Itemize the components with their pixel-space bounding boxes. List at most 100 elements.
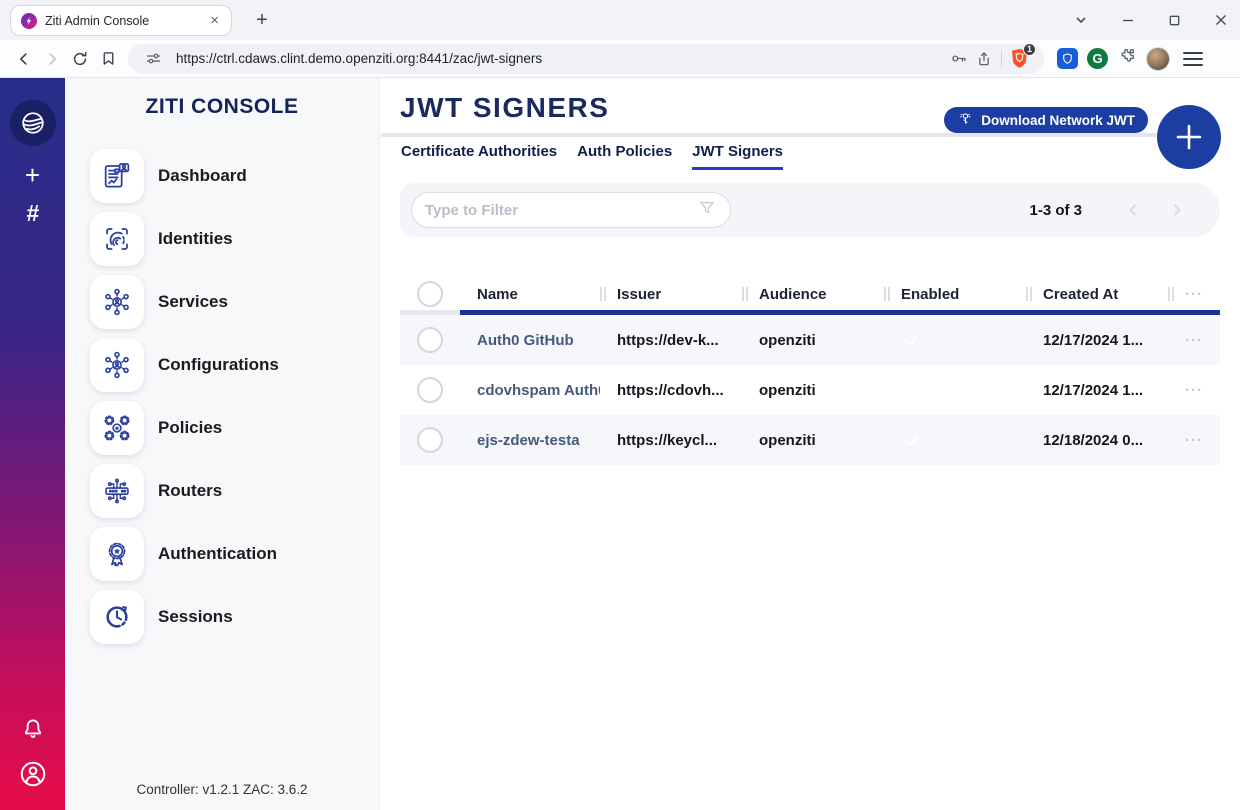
row-checkbox[interactable] [417,427,443,453]
site-settings-icon[interactable] [140,46,166,72]
tab-jwt-signers[interactable]: JWT Signers [692,143,783,170]
shield-badge: 1 [1023,43,1036,56]
filter-input-wrapper [411,192,731,228]
column-header-audience[interactable]: Audience [742,286,884,303]
column-header-created-at[interactable]: Created At [1026,286,1168,303]
row-name[interactable]: ejs-zdew-testa [460,432,600,449]
sidebar-item-services[interactable]: Services [65,270,379,333]
gears-icon [90,401,144,455]
sidebar-item-identities[interactable]: Identities [65,207,379,270]
header-divider [381,133,1157,137]
row-issuer: https://dev-k... [600,332,742,349]
table-header-bar [400,310,1220,315]
tab-title: Ziti Admin Console [45,14,200,28]
main-content: JWT SIGNERS Download Network JWT Certifi… [380,78,1240,810]
fingerprint-icon [90,212,144,266]
table-menu-icon[interactable]: ··· [1168,286,1220,303]
row-menu-icon[interactable]: ··· [1168,382,1220,399]
window-minimize-button[interactable] [1121,13,1135,27]
table-row[interactable]: ejs-zdew-testa https://keycl... openziti… [400,415,1220,465]
url-bar[interactable]: https://ctrl.cdaws.clint.demo.openziti.o… [128,44,1044,74]
browser-menu-icon[interactable] [1183,52,1203,66]
sidebar-item-label: Identities [158,229,233,249]
sidebar-item-label: Services [158,292,228,312]
router-icon [90,464,144,518]
window-maximize-button[interactable] [1168,14,1181,27]
filter-input[interactable] [425,202,697,219]
row-audience: openziti [742,332,884,349]
filter-funnel-icon[interactable] [697,198,717,223]
profile-icon[interactable] [18,759,48,794]
dashboard-icon [90,149,144,203]
row-issuer: https://keycl... [600,432,742,449]
medal-icon [90,527,144,581]
pagination-count: 1-3 of 3 [1029,202,1082,219]
row-name[interactable]: Auth0 GitHub [460,332,600,349]
add-icon[interactable]: + [25,162,40,188]
row-audience: openziti [742,382,884,399]
sidebar-item-policies[interactable]: Policies [65,396,379,459]
network-icon [90,338,144,392]
share-icon[interactable] [971,46,997,72]
row-name[interactable]: cdovhspam Auth0 [460,382,600,399]
sidebar-item-label: Sessions [158,607,233,627]
version-footer: Controller: v1.2.1 ZAC: 3.6.2 [65,782,379,797]
sidebar-item-label: Dashboard [158,166,247,186]
sidebar-item-configurations[interactable]: Configurations [65,333,379,396]
browser-tab-strip: Ziti Admin Console × + [0,0,1240,40]
jwt-key-icon [957,111,974,129]
console-title: ZITI CONSOLE [65,78,379,119]
sidebar-item-sessions[interactable]: Sessions [65,585,379,648]
page-prev-button[interactable] [1122,199,1144,221]
add-jwt-signer-button[interactable] [1157,105,1221,169]
row-created-at: 12/17/2024 1... [1026,332,1168,349]
row-created-at: 12/17/2024 1... [1026,382,1168,399]
bitwarden-extension-icon[interactable] [1057,48,1078,69]
row-menu-icon[interactable]: ··· [1168,432,1220,449]
sidebar-item-authentication[interactable]: Authentication [65,522,379,585]
extensions-puzzle-icon[interactable] [1117,46,1137,71]
notifications-bell-icon[interactable] [20,715,46,746]
sidebar-item-routers[interactable]: Routers [65,459,379,522]
ziti-favicon-icon [21,13,37,29]
reload-button[interactable] [66,45,94,73]
column-header-name[interactable]: Name [460,286,600,303]
back-button[interactable] [10,45,38,73]
brave-shield-icon[interactable]: 1 [1006,46,1032,72]
table-row[interactable]: cdovhspam Auth0 https://cdovh... openzit… [400,365,1220,415]
row-checkbox[interactable] [417,327,443,353]
row-menu-icon[interactable]: ··· [1168,332,1220,349]
row-issuer: https://cdovh... [600,382,742,399]
tab-auth-policies[interactable]: Auth Policies [577,143,672,170]
toolbar-divider [1001,51,1002,67]
forward-button[interactable] [38,45,66,73]
download-button-label: Download Network JWT [981,113,1135,128]
tab-search-chevron-icon[interactable] [1074,13,1088,27]
ziti-console-app: + # ZITI CONSOLE Dashboard [0,78,1240,810]
row-checkbox[interactable] [417,377,443,403]
column-header-issuer[interactable]: Issuer [600,286,742,303]
window-close-button[interactable] [1214,13,1228,27]
sidebar-item-label: Policies [158,418,222,438]
bookmark-icon[interactable] [94,45,122,73]
sidebar-item-dashboard[interactable]: Dashboard [65,144,379,207]
profile-avatar[interactable] [1146,47,1170,71]
ziti-logo-icon[interactable] [10,100,56,146]
tab-certificate-authorities[interactable]: Certificate Authorities [401,143,557,170]
page-next-button[interactable] [1166,199,1188,221]
browser-tab[interactable]: Ziti Admin Console × [10,5,232,36]
hash-icon[interactable]: # [26,202,39,225]
browser-window: Ziti Admin Console × + https://ctrl.cdaw… [0,0,1240,810]
sidebar: ZITI CONSOLE Dashboard Identities [65,78,380,810]
password-key-icon[interactable] [945,46,971,72]
tab-close-icon[interactable]: × [208,13,221,28]
sidebar-item-label: Authentication [158,544,277,564]
column-header-enabled[interactable]: Enabled [884,286,1026,303]
download-network-jwt-button[interactable]: Download Network JWT [944,107,1148,133]
table-row[interactable]: Auth0 GitHub https://dev-k... openziti 1… [400,315,1220,365]
new-tab-button[interactable]: + [250,8,274,32]
select-all-checkbox[interactable] [417,281,443,307]
grammarly-extension-icon[interactable]: G [1087,48,1108,69]
row-audience: openziti [742,432,884,449]
pagination: 1-3 of 3 [1029,199,1220,221]
